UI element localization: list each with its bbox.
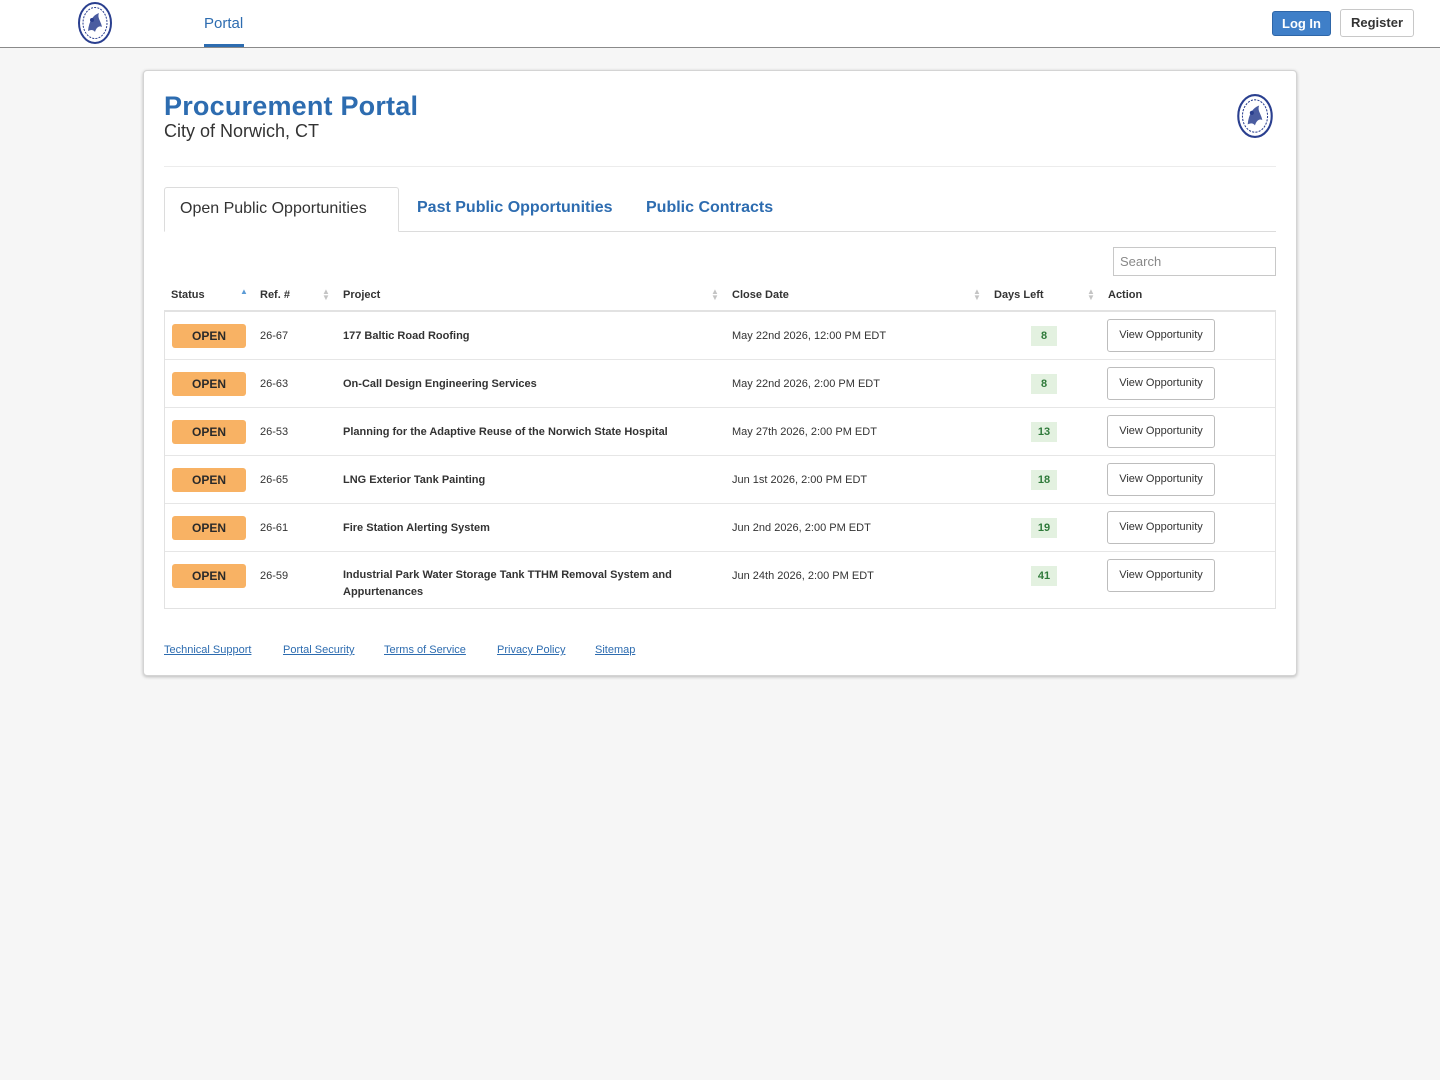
view-opportunity-button[interactable]: View Opportunity bbox=[1107, 559, 1215, 592]
view-opportunity-button[interactable]: View Opportunity bbox=[1107, 463, 1215, 496]
ref-cell: 26-61 bbox=[260, 522, 289, 534]
status-badge: OPEN bbox=[172, 516, 246, 540]
table-row: OPEN 26-59 Industrial Park Water Storage… bbox=[165, 552, 1275, 608]
nav-tab-active-indicator bbox=[204, 44, 244, 47]
sort-icon[interactable]: ▲ ▼ bbox=[973, 288, 981, 302]
column-header-status[interactable]: Status bbox=[171, 281, 205, 310]
footer-link-sitemap[interactable]: Sitemap bbox=[595, 644, 635, 656]
table-row: OPEN 26-63 On-Call Design Engineering Se… bbox=[165, 360, 1275, 408]
status-badge: OPEN bbox=[172, 324, 246, 348]
sort-icon[interactable]: ▲ ▼ bbox=[1087, 288, 1095, 302]
page-title: Procurement Portal bbox=[164, 91, 419, 121]
project-cell: Planning for the Adaptive Reuse of the N… bbox=[343, 426, 668, 438]
close-date-cell: Jun 2nd 2026, 2:00 PM EDT bbox=[732, 522, 871, 534]
ref-cell: 26-53 bbox=[260, 426, 289, 438]
footer-link-terms-of-service[interactable]: Terms of Service bbox=[384, 644, 466, 656]
view-opportunity-button[interactable]: View Opportunity bbox=[1107, 319, 1215, 352]
portal-card: Procurement Portal City of Norwich, CT O… bbox=[143, 70, 1297, 676]
table-row: OPEN 26-61 Fire Station Alerting System … bbox=[165, 504, 1275, 552]
view-opportunity-button[interactable]: View Opportunity bbox=[1107, 367, 1215, 400]
column-header-ref[interactable]: Ref. # bbox=[260, 281, 290, 310]
column-header-project[interactable]: Project bbox=[343, 281, 380, 310]
days-left-badge: 8 bbox=[1031, 374, 1057, 394]
city-seal-icon bbox=[1236, 93, 1274, 139]
nav-tab-portal[interactable]: Portal bbox=[204, 0, 243, 47]
days-left-badge: 19 bbox=[1031, 518, 1057, 538]
project-cell: On-Call Design Engineering Services bbox=[343, 378, 537, 390]
ref-cell: 26-63 bbox=[260, 378, 289, 390]
project-cell: Industrial Park Water Storage Tank TTHM … bbox=[343, 569, 672, 598]
column-header-days-left[interactable]: Days Left bbox=[994, 281, 1044, 310]
days-left-badge: 41 bbox=[1031, 566, 1057, 586]
column-header-action: Action bbox=[1108, 289, 1143, 301]
days-left-badge: 13 bbox=[1031, 422, 1057, 442]
close-date-cell: May 27th 2026, 2:00 PM EDT bbox=[732, 426, 877, 438]
register-button[interactable]: Register bbox=[1340, 9, 1414, 37]
close-date-cell: Jun 1st 2026, 2:00 PM EDT bbox=[732, 474, 868, 486]
tab-public-contracts[interactable]: Public Contracts bbox=[631, 187, 788, 232]
table-row: OPEN 26-67 177 Baltic Road Roofing May 2… bbox=[165, 312, 1275, 360]
project-cell: LNG Exterior Tank Painting bbox=[343, 474, 486, 486]
page-subtitle: City of Norwich, CT bbox=[164, 121, 320, 141]
close-date-cell: May 22nd 2026, 2:00 PM EDT bbox=[732, 378, 880, 390]
ref-cell: 26-59 bbox=[260, 570, 289, 582]
table-row: OPEN 26-53 Planning for the Adaptive Reu… bbox=[165, 408, 1275, 456]
ref-cell: 26-65 bbox=[260, 474, 289, 486]
top-nav-bar: Portal Log In Register bbox=[0, 0, 1440, 48]
footer-link-privacy-policy[interactable]: Privacy Policy bbox=[497, 644, 565, 656]
opportunities-table-body: OPEN 26-67 177 Baltic Road Roofing May 2… bbox=[164, 312, 1276, 609]
column-header-close-date[interactable]: Close Date bbox=[732, 281, 789, 310]
table-header: Status ▲ Ref. # ▲ ▼ Project ▲ ▼ Close Date… bbox=[164, 281, 1276, 312]
close-date-cell: May 22nd 2026, 12:00 PM EDT bbox=[732, 330, 887, 342]
footer-link-portal-security[interactable]: Portal Security bbox=[283, 644, 355, 656]
status-badge: OPEN bbox=[172, 564, 246, 588]
ref-cell: 26-67 bbox=[260, 330, 289, 342]
status-badge: OPEN bbox=[172, 372, 246, 396]
tab-label: Open Public Opportunities bbox=[180, 200, 367, 217]
project-cell: 177 Baltic Road Roofing bbox=[343, 330, 470, 342]
login-button[interactable]: Log In bbox=[1272, 11, 1331, 36]
city-seal-logo-icon[interactable] bbox=[77, 1, 113, 45]
days-left-badge: 8 bbox=[1031, 326, 1057, 346]
status-badge: OPEN bbox=[172, 420, 246, 444]
days-left-badge: 18 bbox=[1031, 470, 1057, 490]
status-badge: OPEN bbox=[172, 468, 246, 492]
table-row: OPEN 26-65 LNG Exterior Tank Painting Ju… bbox=[165, 456, 1275, 504]
sort-icon[interactable]: ▲ ▼ bbox=[322, 288, 330, 302]
view-opportunity-button[interactable]: View Opportunity bbox=[1107, 511, 1215, 544]
footer-link-technical-support[interactable]: Technical Support bbox=[164, 644, 251, 656]
sort-asc-icon[interactable]: ▲ bbox=[240, 288, 248, 296]
tab-past-public-opportunities[interactable]: Past Public Opportunities bbox=[402, 187, 628, 232]
view-opportunity-button[interactable]: View Opportunity bbox=[1107, 415, 1215, 448]
tab-open-public-opportunities[interactable]: Open Public Opportunities bbox=[164, 187, 399, 232]
search-input[interactable] bbox=[1113, 247, 1276, 276]
project-cell: Fire Station Alerting System bbox=[343, 522, 490, 534]
header-divider bbox=[164, 166, 1276, 167]
close-date-cell: Jun 24th 2026, 2:00 PM EDT bbox=[732, 570, 874, 582]
sort-icon[interactable]: ▲ ▼ bbox=[711, 288, 719, 302]
